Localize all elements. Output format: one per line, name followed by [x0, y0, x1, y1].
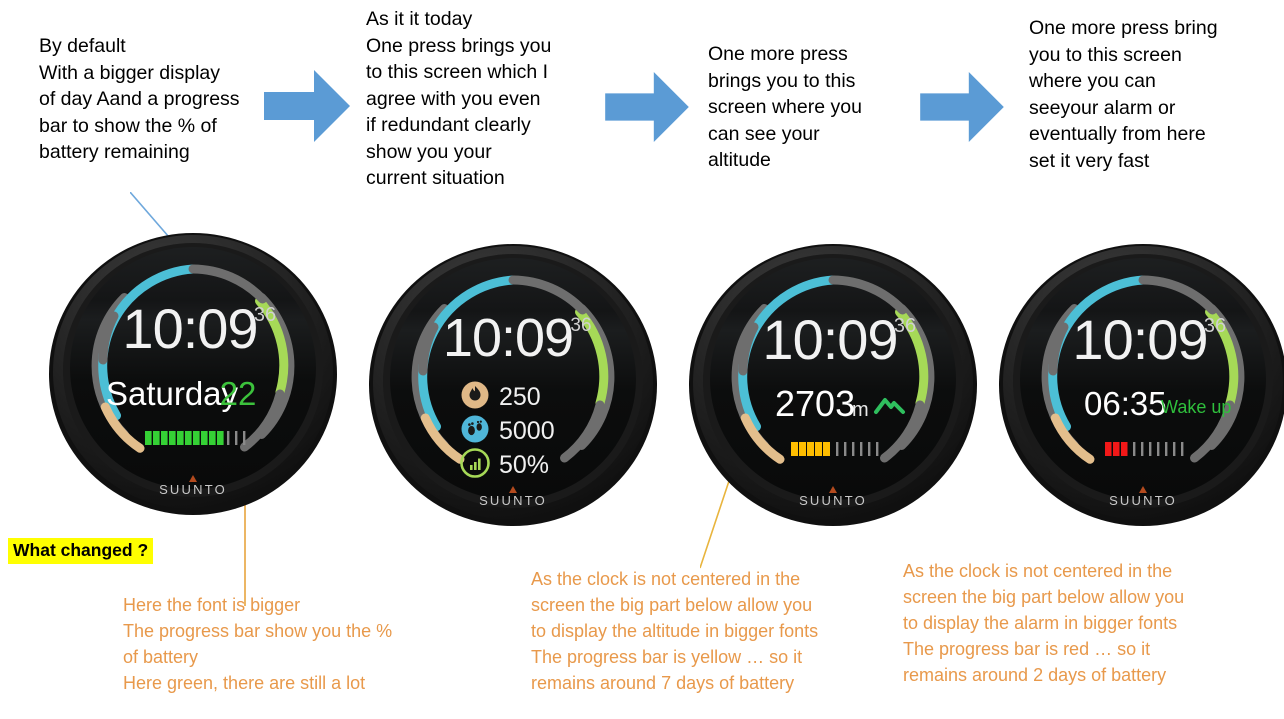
- svg-text:SUUNTO: SUUNTO: [799, 493, 867, 508]
- right-arrow-icon-3: [920, 72, 1004, 142]
- svg-text:36: 36: [1204, 315, 1226, 337]
- watch-face-default[interactable]: 10:09 36 Saturday 22 SUUNTO: [48, 232, 338, 517]
- stat-steps: 5000: [461, 415, 555, 445]
- watch-face-alarm[interactable]: 10:09 36 06:35 Wake up SUUNTO: [998, 243, 1284, 528]
- annotation-altitude-mode: One more press brings you to this screen…: [708, 43, 862, 171]
- svg-text:10:09: 10:09: [122, 297, 257, 360]
- annotation-battery-yellow: As the clock is not centered in the scre…: [531, 569, 819, 693]
- annotation-default-mode: By default With a bigger display of day …: [39, 35, 240, 163]
- annotation-alarm-mode: One more press bring you to this screen …: [1029, 17, 1218, 172]
- stat-calories: 250: [461, 381, 541, 411]
- svg-text:SUUNTO: SUUNTO: [1109, 493, 1177, 508]
- annotation-battery-red: As the clock is not centered in the scre…: [903, 561, 1185, 685]
- svg-text:SUUNTO: SUUNTO: [159, 482, 227, 497]
- what-changed-highlight: What changed ?: [8, 538, 154, 564]
- watch-face-altitude[interactable]: 10:09 36 2703 m SUUNTO: [688, 243, 978, 528]
- svg-text:2703: 2703: [775, 383, 855, 424]
- svg-text:50%: 50%: [499, 451, 549, 479]
- svg-text:06:35: 06:35: [1084, 385, 1167, 422]
- svg-text:10:09: 10:09: [762, 308, 897, 371]
- svg-text:22: 22: [220, 375, 257, 412]
- svg-text:250: 250: [499, 383, 541, 411]
- svg-text:Saturday: Saturday: [106, 375, 239, 412]
- svg-text:m: m: [852, 399, 869, 421]
- svg-text:36: 36: [570, 315, 591, 336]
- svg-text:36: 36: [254, 304, 276, 326]
- svg-text:10:09: 10:09: [443, 308, 573, 368]
- slide-canvas: By default With a bigger display of day …: [0, 0, 1284, 719]
- svg-text:36: 36: [894, 315, 916, 337]
- svg-text:10:09: 10:09: [1072, 308, 1207, 371]
- svg-text:5000: 5000: [499, 417, 555, 445]
- svg-text:SUUNTO: SUUNTO: [479, 493, 547, 508]
- annotation-battery-green: Here the font is bigger The progress bar…: [123, 595, 393, 693]
- watch-face-today[interactable]: 10:09 36 250 5000 50% SUUNTO: [368, 243, 658, 528]
- right-arrow-icon-2: [605, 72, 689, 142]
- annotation-today-mode: As it it today One press brings you to t…: [366, 8, 552, 189]
- right-arrow-icon-1: [264, 70, 350, 142]
- svg-text:Wake up: Wake up: [1161, 397, 1231, 417]
